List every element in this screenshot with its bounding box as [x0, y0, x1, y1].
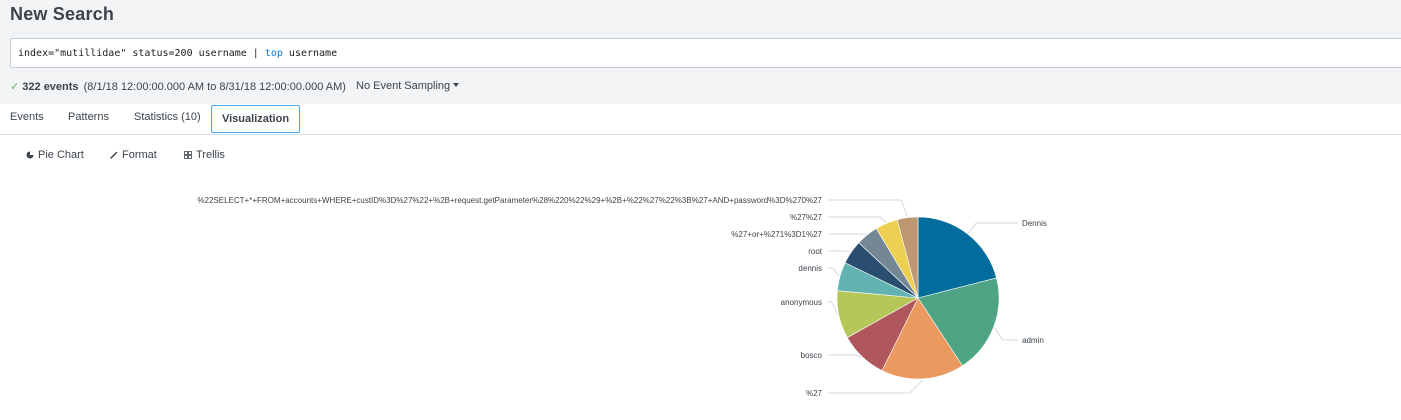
- format-label: Format: [122, 149, 157, 161]
- leader-line: [994, 328, 1018, 340]
- pie-chart: Dennis admin %27 bosco anonymous dennis root %2…: [0, 180, 1401, 415]
- tab-statistics[interactable]: Statistics (10): [134, 111, 201, 123]
- search-header: New Search index="mutillidae" status=200…: [0, 0, 1401, 104]
- query-text: index="mutillidae" status=200 username |: [18, 48, 265, 59]
- leader-line: [828, 355, 861, 357]
- leader-line: [828, 302, 838, 315]
- pie-chart-label: Pie Chart: [38, 149, 84, 161]
- slice-label: anonymous: [781, 298, 822, 307]
- tab-patterns[interactable]: Patterns: [68, 111, 109, 123]
- caret-down-icon: [453, 83, 459, 87]
- time-range: (8/1/18 12:00:00.000 AM to 8/31/18 12:00…: [84, 81, 346, 93]
- page-title: New Search: [10, 4, 114, 25]
- brush-icon: [110, 151, 118, 159]
- leader-line: [828, 380, 923, 393]
- slice-label: Dennis: [1022, 219, 1047, 228]
- trellis-button[interactable]: Trellis: [184, 149, 225, 161]
- job-status: ✓ 322 events (8/1/18 12:00:00.000 AM to …: [10, 80, 346, 93]
- pie-chart-svg: Dennis admin %27 bosco anonymous dennis root %2…: [0, 180, 1401, 415]
- slice-label: root: [808, 247, 823, 256]
- leader-line: [828, 251, 850, 252]
- check-icon: ✓: [10, 81, 19, 93]
- event-sampling-dropdown[interactable]: No Event Sampling: [356, 80, 459, 92]
- slice-label: bosco: [801, 351, 823, 360]
- leader-line: [828, 217, 886, 222]
- tab-events[interactable]: Events: [10, 111, 44, 123]
- format-button[interactable]: Format: [110, 149, 157, 161]
- event-count: 322 events: [22, 81, 78, 93]
- event-sampling-label: No Event Sampling: [356, 80, 450, 92]
- pie-chart-button[interactable]: Pie Chart: [26, 149, 84, 161]
- leader-line: [828, 268, 839, 276]
- slice-label: %22SELECT+*+FROM+accounts+WHERE+custID%3…: [197, 196, 822, 205]
- slice-label: %27+or+%271%3D1%27: [731, 230, 822, 239]
- trellis-label: Trellis: [196, 149, 225, 161]
- tab-bar: Events Patterns Statistics (10) Visualiz…: [0, 104, 1401, 135]
- search-input[interactable]: index="mutillidae" status=200 username |…: [10, 38, 1401, 68]
- query-text-rest: username: [283, 48, 337, 59]
- leader-line: [828, 200, 907, 217]
- pie-icon: [26, 151, 34, 159]
- slice-label: %27%27: [790, 213, 823, 222]
- slice-label: admin: [1022, 336, 1044, 345]
- leader-line: [968, 223, 1018, 233]
- slice-label: %27: [806, 389, 823, 398]
- tab-visualization[interactable]: Visualization: [211, 105, 300, 133]
- grid-icon: [184, 151, 192, 159]
- slice-label: dennis: [798, 264, 822, 273]
- query-command-keyword: top: [265, 48, 283, 59]
